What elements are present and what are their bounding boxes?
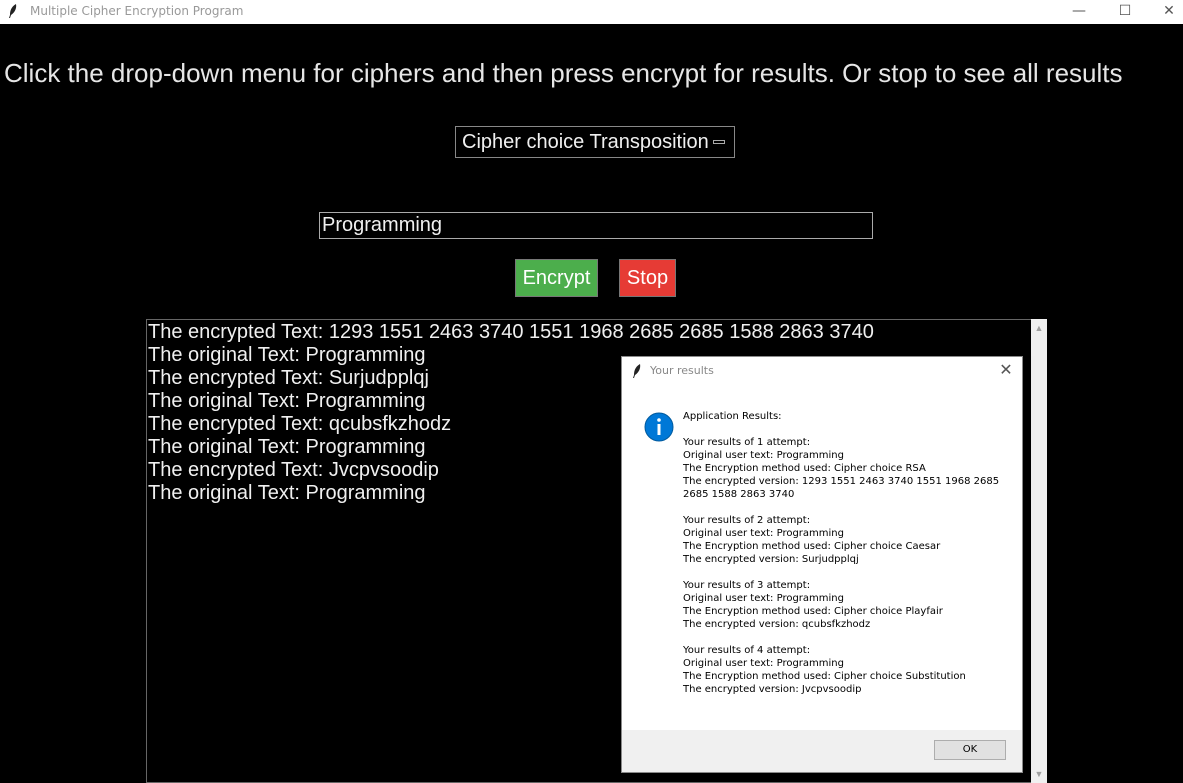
dialog-message-line: The encrypted version: qcubsfkzhodz <box>683 619 871 630</box>
dialog-message-line: Original user text: Programming <box>683 658 844 669</box>
dialog-close-button[interactable]: ✕ <box>998 361 1014 379</box>
ok-button[interactable]: OK <box>934 740 1006 760</box>
scroll-down-arrow-icon[interactable]: ▼ <box>1031 767 1047 781</box>
dialog-message-line: The encrypted version: 1293 1551 2463 37… <box>683 476 1003 500</box>
cipher-dropdown[interactable]: Cipher choice Transposition <box>455 126 735 158</box>
results-scrollbar[interactable]: ▲ ▼ <box>1031 319 1047 783</box>
dialog-message: Application Results: Your results of 1 at… <box>683 410 1003 696</box>
window-title: Multiple Cipher Encryption Program <box>30 4 244 18</box>
dialog-footer: OK <box>622 730 1022 772</box>
minimize-button[interactable]: — <box>1056 0 1102 24</box>
dialog-message-line: The Encryption method used: Cipher choic… <box>683 541 941 552</box>
dialog-message-line: The Encryption method used: Cipher choic… <box>683 463 926 474</box>
result-line: The encrypted Text: 1293 1551 2463 3740 … <box>148 321 874 343</box>
close-button[interactable]: ✕ <box>1146 0 1183 24</box>
dialog-message-line <box>683 423 1003 436</box>
dialog-message-line: Your results of 1 attempt: <box>683 437 811 448</box>
dialog-message-line: Your results of 4 attempt: <box>683 645 811 656</box>
dialog-message-line: Original user text: Programming <box>683 528 844 539</box>
scroll-up-arrow-icon[interactable]: ▲ <box>1031 321 1047 335</box>
dialog-message-line <box>683 631 1003 644</box>
dropdown-indicator-icon <box>713 140 725 144</box>
dialog-message-line: Your results of 2 attempt: <box>683 515 811 526</box>
instructions-label: Click the drop-down menu for ciphers and… <box>4 58 1123 88</box>
title-bar: Multiple Cipher Encryption Program — ☐ ✕ <box>0 0 1183 24</box>
dialog-message-line: The Encryption method used: Cipher choic… <box>683 671 966 682</box>
dialog-title: Your results <box>650 364 714 377</box>
plaintext-input[interactable] <box>319 212 873 239</box>
feather-app-icon <box>633 364 641 378</box>
dialog-message-line <box>683 566 1003 579</box>
results-dialog: Your results ✕ Application Results: Your … <box>621 356 1023 773</box>
dialog-message-line: Original user text: Programming <box>683 593 844 604</box>
dialog-message-line: The encrypted version: Jvcpvsoodip <box>683 684 862 695</box>
dialog-message-line: Original user text: Programming <box>683 450 844 461</box>
feather-app-icon <box>9 4 17 18</box>
dialog-message-line: The encrypted version: Surjudpplqj <box>683 554 859 565</box>
dialog-message-line <box>683 501 1003 514</box>
dialog-message-line: The Encryption method used: Cipher choic… <box>683 606 943 617</box>
encrypt-button[interactable]: Encrypt <box>515 259 598 297</box>
info-icon <box>644 412 674 442</box>
dialog-message-line: Your results of 3 attempt: <box>683 580 811 591</box>
maximize-button[interactable]: ☐ <box>1102 0 1148 24</box>
main-window: Multiple Cipher Encryption Program — ☐ ✕… <box>0 0 1183 783</box>
stop-button[interactable]: Stop <box>619 259 676 297</box>
dialog-title-bar: Your results ✕ <box>622 357 1022 385</box>
cipher-dropdown-selected: Cipher choice Transposition <box>462 131 709 153</box>
dialog-message-line: Application Results: <box>683 411 782 422</box>
